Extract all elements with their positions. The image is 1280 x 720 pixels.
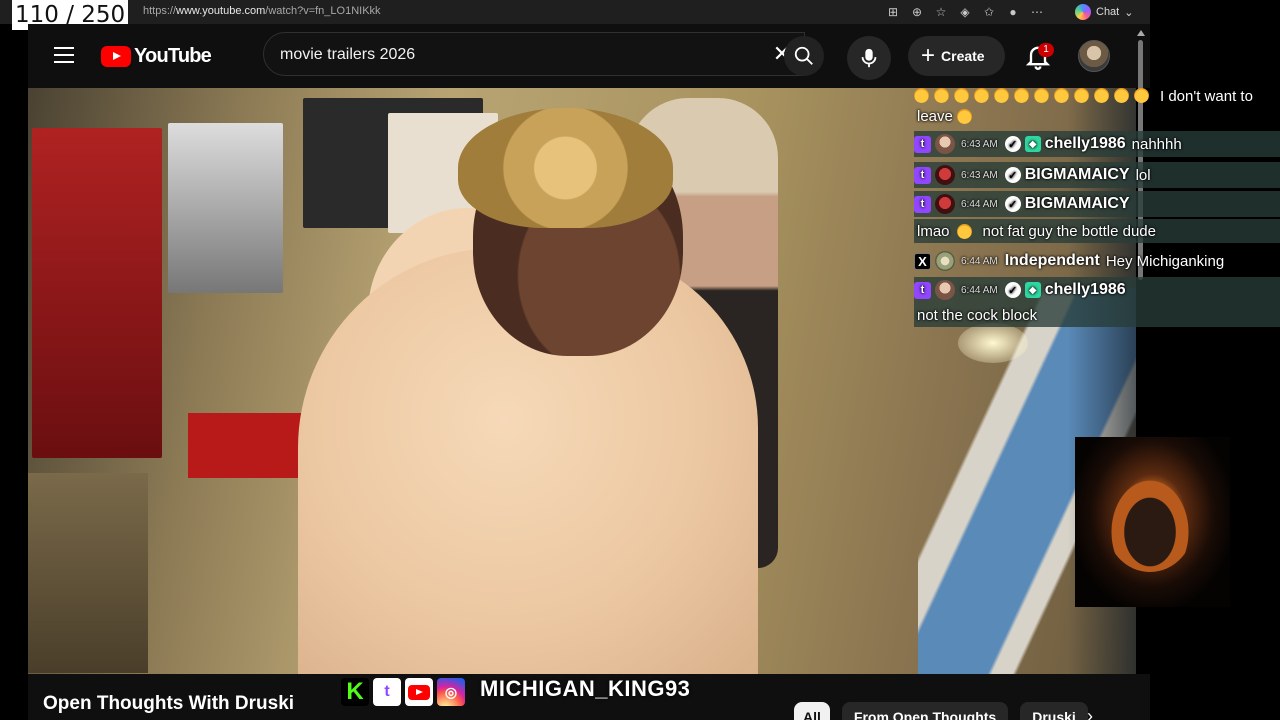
search-input[interactable]: movie trailers 2026 ✕ xyxy=(263,32,805,76)
streamer-name: MICHIGAN_KING93 xyxy=(480,676,691,701)
sparkler-flame xyxy=(958,323,1028,363)
chat-message: t 6:44 AM ✓ ◆ chelly1986 xyxy=(914,277,1280,303)
chevron-down-icon: ⌄ xyxy=(1124,6,1134,19)
verified-check-icon: ✓ xyxy=(1004,282,1021,298)
profile-icon[interactable]: ● xyxy=(1004,3,1022,21)
youtube-play-icon xyxy=(101,46,131,67)
chat-label: Chat xyxy=(1096,6,1120,18)
wall-poster xyxy=(32,128,162,458)
chat-avatar xyxy=(935,134,955,154)
twitch-icon: t xyxy=(914,195,931,213)
voice-search-button[interactable] xyxy=(847,36,891,80)
scrollbar-thumb[interactable] xyxy=(1138,40,1143,280)
create-button[interactable]: + Create xyxy=(908,36,1005,76)
copilot-icon xyxy=(1075,4,1091,20)
kick-icon: K xyxy=(341,678,369,706)
favorites-icon[interactable]: ✩ xyxy=(980,3,998,21)
install-app-icon[interactable]: ⊞ xyxy=(884,3,902,21)
verified-check-icon: ✓ xyxy=(1004,167,1021,183)
recommendation-chips: All From Open Thoughts Druski xyxy=(794,702,1088,720)
chat-username[interactable]: BIGMAMAICY xyxy=(1025,195,1130,213)
search-query: movie trailers 2026 xyxy=(280,46,416,63)
chat-message: t 6:43 AM ✓ ◆ chelly1986 nahhhh xyxy=(914,131,1280,157)
youtube-icon xyxy=(405,678,433,706)
twitch-icon: t xyxy=(914,166,931,184)
youtube-logo[interactable]: YouTube xyxy=(101,45,212,68)
browser-action-icons: ⊞ ⊕ ☆ ◈ ✩ ● ⋯ xyxy=(884,3,1046,21)
social-icons: K t ◎ xyxy=(341,678,465,706)
chat-text: leave xyxy=(917,108,953,125)
microphone-icon xyxy=(861,48,877,68)
chat-text: lmao xyxy=(917,222,950,240)
chat-timestamp: 6:44 AM xyxy=(961,198,998,210)
chat-message: t 6:44 AM ✓ BIGMAMAICY xyxy=(914,191,1280,217)
copilot-chat-button[interactable]: Chat ⌄ xyxy=(1075,3,1133,21)
chat-message: lmao not fat guy the bottle dude xyxy=(914,219,1280,243)
extension-icon[interactable]: ◈ xyxy=(956,3,974,21)
search-icon xyxy=(794,46,813,65)
chat-avatar xyxy=(935,165,955,185)
more-options-icon[interactable]: ⋯ xyxy=(1028,3,1046,21)
menu-icon[interactable] xyxy=(54,47,74,63)
scroll-up-arrow-icon[interactable] xyxy=(1137,30,1145,36)
chat-timestamp: 6:44 AM xyxy=(961,255,998,267)
search-button[interactable] xyxy=(784,36,824,76)
streamer-webcam xyxy=(1075,437,1230,607)
instagram-icon: ◎ xyxy=(437,678,465,706)
chat-text: I don't want to xyxy=(1160,88,1253,105)
streamer-face xyxy=(1105,472,1195,572)
chip-all[interactable]: All xyxy=(794,702,830,720)
chat-timestamp: 6:43 AM xyxy=(961,169,998,181)
chat-username[interactable]: Independent xyxy=(1005,252,1100,270)
subscriber-badge-icon: ◆ xyxy=(1024,136,1041,152)
chat-message: leave xyxy=(914,108,977,125)
chat-message: X 6:44 AM Independent Hey Michiganking xyxy=(914,248,1280,274)
notification-badge: 1 xyxy=(1038,43,1054,57)
verified-check-icon: ✓ xyxy=(1004,196,1021,212)
chat-message: not the cock block xyxy=(914,303,1280,327)
plus-icon: + xyxy=(921,42,936,69)
person-hair xyxy=(458,108,673,228)
chat-text: lol xyxy=(1135,166,1151,184)
chat-username[interactable]: chelly1986 xyxy=(1045,135,1126,153)
laughing-emoji-icons xyxy=(914,88,1154,105)
browser-toolbar: https://www.youtube.com/watch?v=fn_LO1NI… xyxy=(0,0,1150,24)
verified-check-icon: ✓ xyxy=(1004,136,1021,152)
chat-avatar xyxy=(935,194,955,214)
bookmark-star-icon[interactable]: ☆ xyxy=(932,3,950,21)
twitch-icon: t xyxy=(373,678,401,706)
chat-message: I don't want to xyxy=(914,88,1253,105)
chat-username[interactable]: BIGMAMAICY xyxy=(1025,166,1130,184)
chat-timestamp: 6:43 AM xyxy=(961,138,998,150)
sad-emoji-icon xyxy=(956,109,972,124)
x-twitter-icon: X xyxy=(914,252,931,270)
twitch-icon: t xyxy=(914,281,931,299)
chat-text: not the cock block xyxy=(917,306,1038,324)
twitch-icon: t xyxy=(914,135,931,153)
chat-text: Hey Michiganking xyxy=(1105,252,1225,270)
chat-timestamp: 6:44 AM xyxy=(961,284,998,296)
chat-username[interactable]: chelly1986 xyxy=(1045,281,1126,299)
chat-avatar xyxy=(935,251,955,271)
youtube-masthead: YouTube movie trailers 2026 ✕ + Create xyxy=(28,24,1150,88)
account-avatar[interactable] xyxy=(1078,40,1110,72)
chat-text: nahhhh xyxy=(1131,135,1182,153)
chevron-right-icon[interactable]: › xyxy=(1087,706,1093,720)
video-title[interactable]: Open Thoughts With Druski xyxy=(43,693,294,715)
subscriber-badge-icon: ◆ xyxy=(1024,282,1041,298)
chat-avatar xyxy=(935,280,955,300)
chip-from-open-thoughts[interactable]: From Open Thoughts xyxy=(841,702,1009,720)
chat-text: not fat guy the bottle dude xyxy=(982,222,1156,240)
wall-poster xyxy=(168,123,283,293)
address-bar[interactable]: https://www.youtube.com/watch?v=fn_LO1NI… xyxy=(143,5,381,17)
chat-message: t 6:43 AM ✓ BIGMAMAICY lol xyxy=(914,162,1280,188)
zoom-icon[interactable]: ⊕ xyxy=(908,3,926,21)
shelf xyxy=(28,473,148,673)
laughing-emoji-icon xyxy=(956,223,972,239)
chip-druski[interactable]: Druski xyxy=(1020,702,1088,720)
